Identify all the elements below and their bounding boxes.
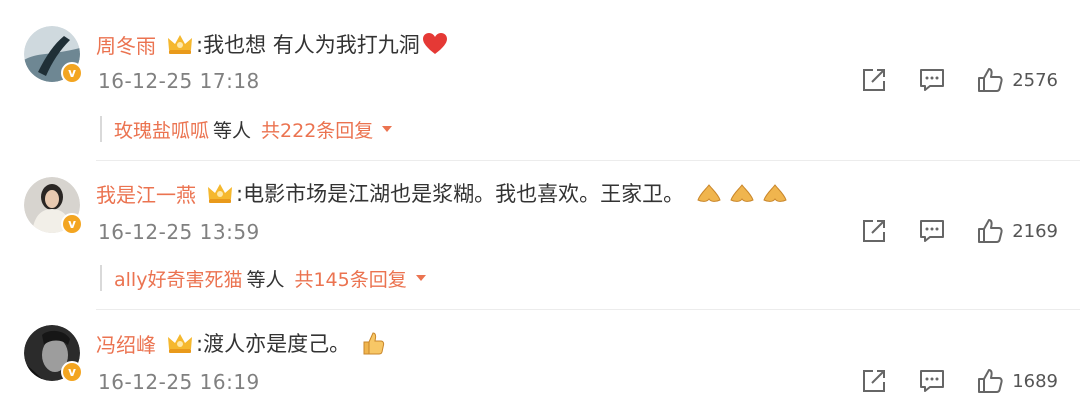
verified-icon: v	[61, 361, 83, 383]
crown-badge-icon	[168, 334, 192, 353]
comment-text: :电影市场是江湖也是浆糊。我也喜欢。王家卫。	[236, 182, 685, 206]
verified-icon: v	[61, 213, 83, 235]
pray-hands-icon	[697, 184, 721, 202]
like-count: 2169	[1012, 220, 1058, 242]
reply-etc: 等人	[246, 268, 285, 291]
divider	[96, 309, 1080, 310]
reply-summary[interactable]: ally好奇害死猫 等人 共145条回复	[100, 265, 427, 291]
share-icon[interactable]	[860, 217, 888, 245]
crown-badge-icon	[208, 184, 232, 203]
avatar[interactable]: v	[24, 177, 83, 235]
comment-item: v 冯绍峰 :渡人亦是度己。 16-12-25 16:19 1689	[0, 0, 1080, 394]
pray-hands-icon	[730, 184, 754, 202]
comment-text: :渡人亦是度己。	[196, 332, 351, 356]
reply-names[interactable]: ally好奇害死猫	[114, 265, 242, 292]
avatar[interactable]: v	[24, 325, 83, 383]
username[interactable]: 冯绍峰	[96, 329, 156, 358]
pray-hands-icon	[763, 184, 787, 202]
timestamp: 16-12-25 13:59	[98, 220, 260, 244]
comment-icon[interactable]	[918, 217, 946, 245]
caret-down-icon[interactable]	[415, 274, 427, 282]
like-icon[interactable]	[976, 217, 1004, 245]
like-count: 1689	[1012, 370, 1058, 392]
reply-total[interactable]: 共145条回复	[294, 265, 406, 292]
timestamp: 16-12-25 16:19	[98, 370, 260, 394]
comment-icon[interactable]	[918, 367, 946, 395]
pray-emoji-group	[694, 182, 788, 204]
like-icon[interactable]	[976, 367, 1004, 395]
thumbs-up-emoji-icon	[363, 332, 385, 355]
divider	[96, 160, 1080, 161]
username[interactable]: 我是江一燕	[96, 179, 196, 208]
share-icon[interactable]	[860, 367, 888, 395]
